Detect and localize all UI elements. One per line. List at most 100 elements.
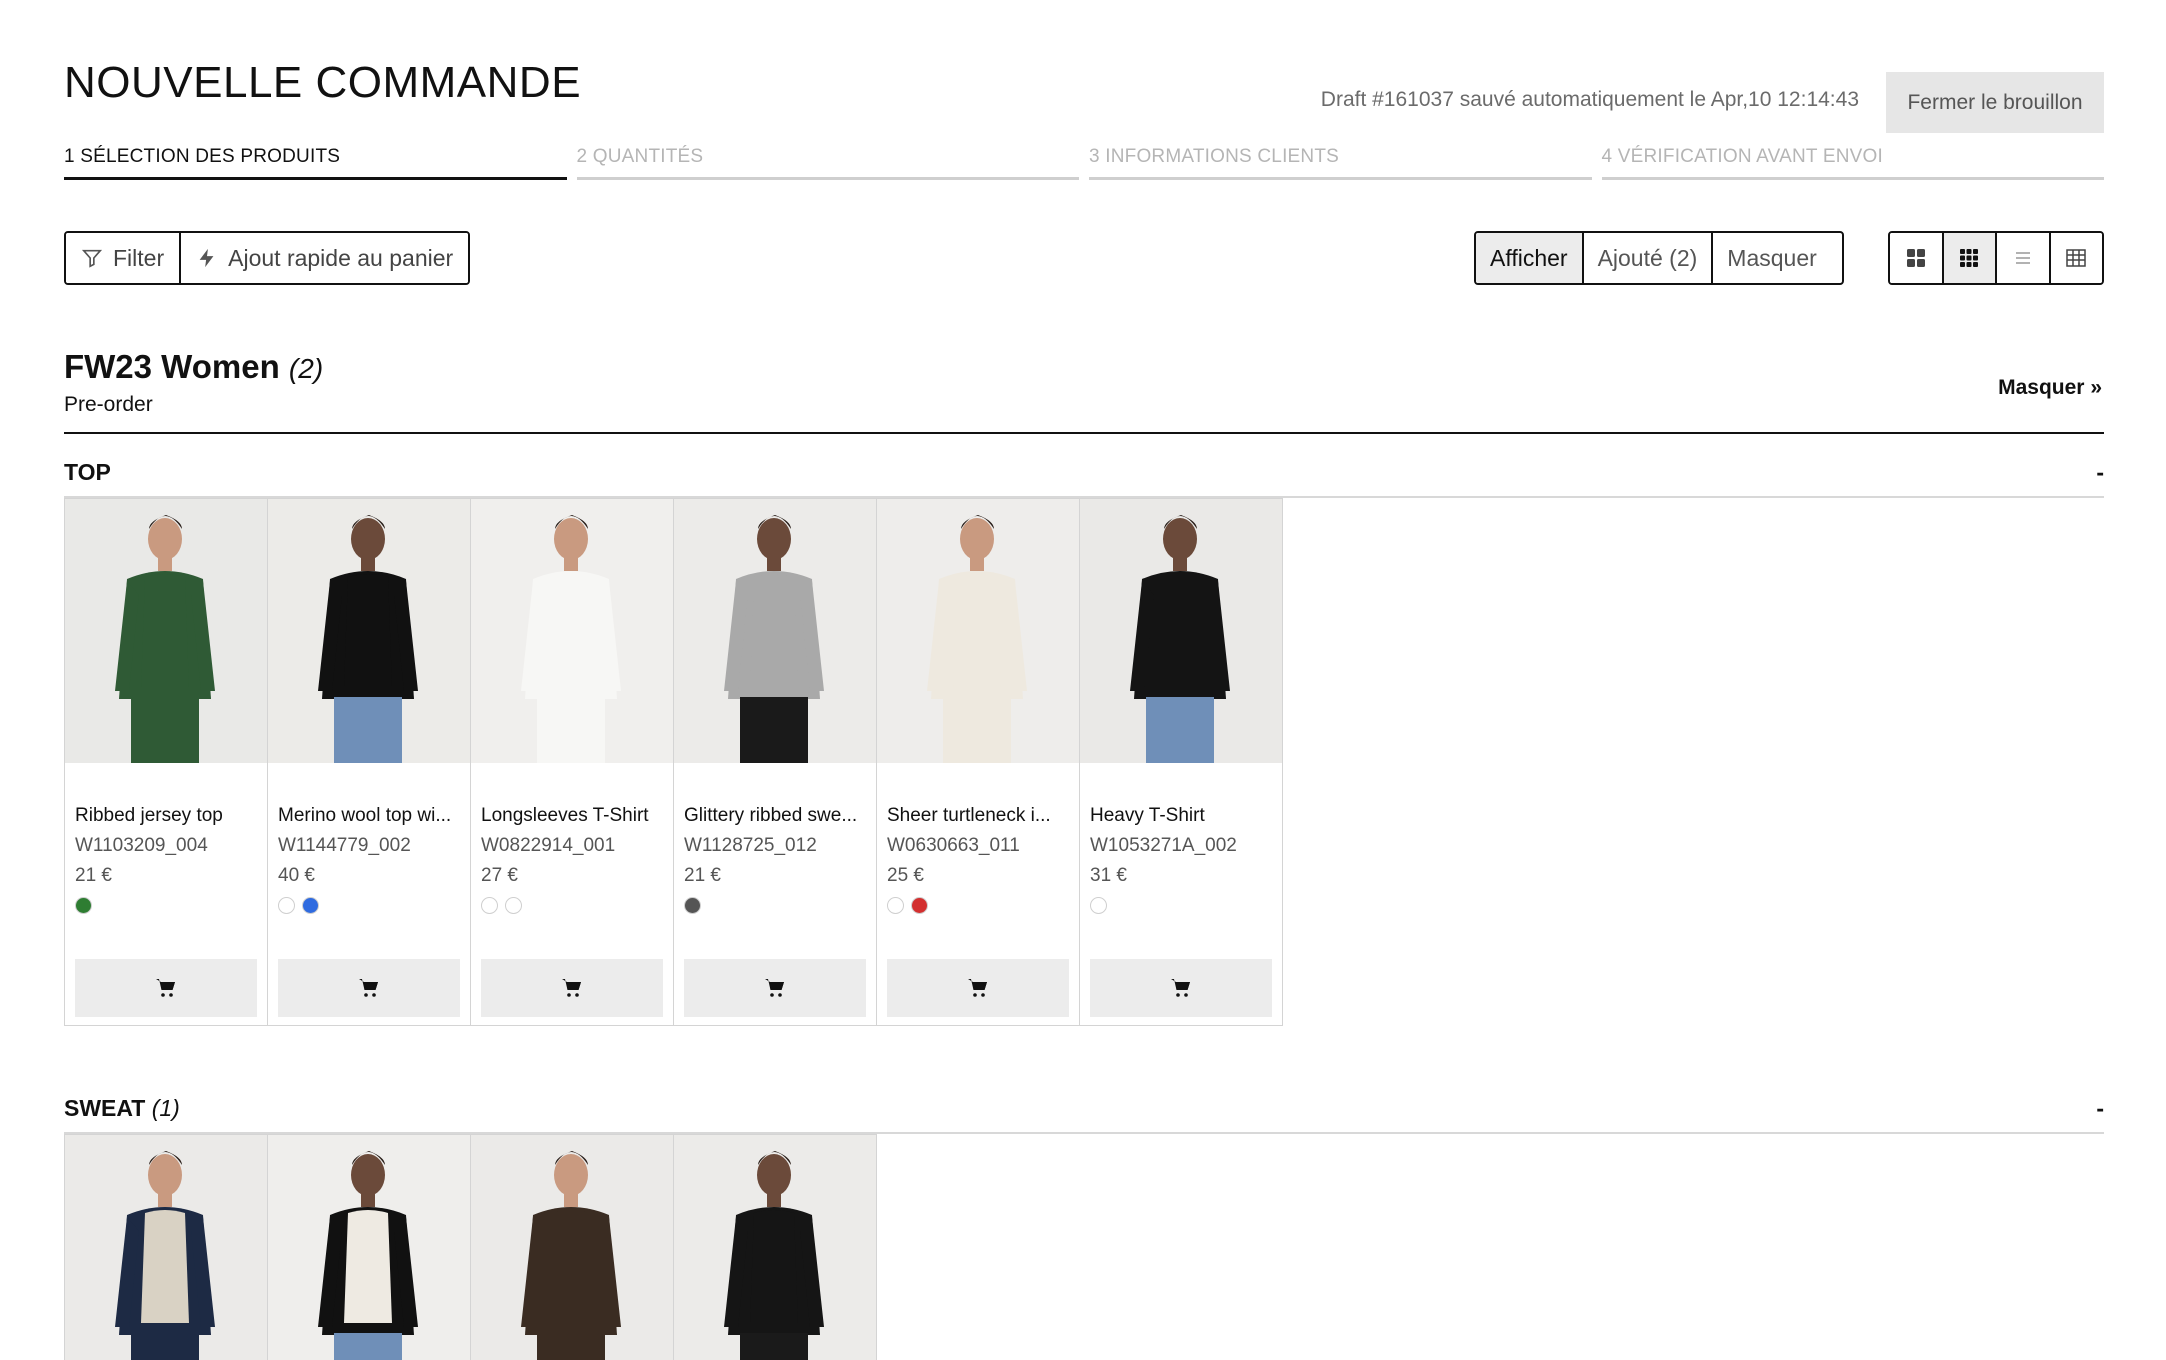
product-card[interactable]: Glittery ribbed swe... W1128725_012 21 €: [673, 498, 877, 1026]
color-swatch[interactable]: [887, 897, 904, 914]
step-quantities[interactable]: 2 QUANTITÉS: [576, 146, 1079, 180]
product-info: Merino wool top wi... W1144779_002 40 €: [268, 763, 470, 1025]
view-large-grid-button[interactable]: [1890, 233, 1942, 283]
product-card[interactable]: Ribbed jersey top W1103209_004 21 €: [64, 498, 268, 1026]
add-to-cart-button[interactable]: [481, 959, 663, 1017]
product-card[interactable]: Merino wool top wi... W1144779_002 40 €: [267, 498, 471, 1026]
product-image: [268, 1135, 470, 1360]
lightning-icon: [199, 248, 214, 268]
add-to-cart-button[interactable]: [684, 959, 866, 1017]
category-collapse[interactable]: -: [2096, 459, 2104, 486]
product-image: [471, 499, 673, 763]
cart-icon: [968, 979, 987, 997]
product-image-frame[interactable]: [268, 499, 470, 763]
product-price: 40 €: [278, 865, 315, 886]
product-card[interactable]: [64, 1134, 268, 1360]
category-header-sweat[interactable]: SWEAT (1) -: [64, 1091, 2104, 1125]
collection-hide-link[interactable]: Masquer »: [1998, 376, 2102, 400]
cart-icon: [765, 979, 784, 997]
collection-name: FW23 Women: [64, 348, 280, 385]
collection-count: (2): [288, 353, 324, 384]
filter-button[interactable]: Filter: [66, 233, 180, 283]
product-sku: W1053271A_002: [1090, 835, 1237, 856]
product-info: Longsleeves T-Shirt W0822914_001 27 €: [471, 763, 673, 1025]
product-image-frame[interactable]: [674, 499, 876, 763]
added-toggle[interactable]: Ajouté (2): [1581, 233, 1712, 283]
product-sku: W0822914_001: [481, 835, 616, 856]
category-name: SWEAT: [64, 1094, 146, 1121]
add-to-cart-button[interactable]: [278, 959, 460, 1017]
add-to-cart-button[interactable]: [75, 959, 257, 1017]
view-switcher: [1888, 231, 2104, 285]
product-name: Ribbed jersey top: [75, 805, 223, 826]
color-swatch[interactable]: [75, 897, 92, 914]
category-title: SWEAT (1): [64, 1095, 180, 1122]
show-toggle[interactable]: Afficher: [1476, 233, 1582, 283]
product-image-frame[interactable]: [65, 499, 267, 763]
product-info: Glittery ribbed swe... W1128725_012 21 €: [674, 763, 876, 1025]
product-image-frame[interactable]: [65, 1135, 267, 1360]
product-name: Glittery ribbed swe...: [684, 805, 858, 826]
product-image-frame[interactable]: [268, 1135, 470, 1360]
add-to-cart-button[interactable]: [887, 959, 1069, 1017]
color-swatch[interactable]: [481, 897, 498, 914]
product-name: Sheer turtleneck i...: [887, 805, 1051, 826]
category-name: TOP: [64, 458, 111, 485]
product-sku: W1144779_002: [278, 835, 411, 856]
product-image-frame[interactable]: [1080, 499, 1282, 763]
product-price: 21 €: [684, 865, 721, 886]
color-swatches: [75, 897, 257, 914]
product-card[interactable]: Longsleeves T-Shirt W0822914_001 27 €: [470, 498, 674, 1026]
product-image: [674, 499, 876, 763]
cart-icon: [156, 979, 175, 997]
product-image-frame[interactable]: [877, 499, 1079, 763]
product-card[interactable]: [470, 1134, 674, 1360]
step-customer-info[interactable]: 3 INFORMATIONS CLIENTS: [1089, 146, 1592, 180]
category-header-top[interactable]: TOP -: [64, 455, 2104, 489]
quick-add-button[interactable]: Ajout rapide au panier: [179, 233, 469, 283]
product-info: Ribbed jersey top W1103209_004 21 €: [65, 763, 267, 1025]
color-swatches: [1090, 897, 1272, 914]
product-image-frame[interactable]: [471, 499, 673, 763]
product-grid-sweat: [64, 1134, 877, 1360]
product-image: [268, 499, 470, 763]
product-image: [674, 1135, 876, 1360]
view-small-grid-button[interactable]: [1941, 233, 1995, 283]
list-icon: [2015, 252, 2030, 264]
category-count: (1): [151, 1094, 180, 1121]
cart-icon: [359, 979, 378, 997]
color-swatch[interactable]: [278, 897, 295, 914]
page-title: NOUVELLE COMMANDE: [64, 58, 582, 107]
product-price: 31 €: [1090, 865, 1127, 886]
product-image: [471, 1135, 673, 1360]
view-list-button[interactable]: [1995, 233, 2049, 283]
product-card[interactable]: [267, 1134, 471, 1360]
filter-icon: [81, 249, 103, 268]
color-swatch[interactable]: [1090, 897, 1107, 914]
product-card[interactable]: Heavy T-Shirt W1053271A_002 31 €: [1079, 498, 1283, 1026]
product-card[interactable]: [673, 1134, 877, 1360]
color-swatch[interactable]: [911, 897, 928, 914]
collection-divider: [64, 432, 2104, 434]
add-to-cart-button[interactable]: [1090, 959, 1272, 1017]
product-price: 27 €: [481, 865, 518, 886]
product-image: [65, 1135, 267, 1360]
product-image-frame[interactable]: [471, 1135, 673, 1360]
collection-title: FW23 Women (2): [64, 348, 323, 386]
quick-add-label: Ajout rapide au panier: [228, 244, 454, 271]
view-table-button[interactable]: [2048, 233, 2102, 283]
product-name: Heavy T-Shirt: [1090, 805, 1205, 826]
color-swatch[interactable]: [302, 897, 319, 914]
product-image: [65, 499, 267, 763]
step-product-selection[interactable]: 1 SÉLECTION DES PRODUITS: [64, 146, 567, 180]
step-review[interactable]: 4 VÉRIFICATION AVANT ENVOI: [1601, 146, 2104, 180]
color-swatch[interactable]: [684, 897, 701, 914]
category-title: TOP: [64, 459, 111, 486]
product-image-frame[interactable]: [674, 1135, 876, 1360]
color-swatch[interactable]: [505, 897, 522, 914]
product-card[interactable]: Sheer turtleneck i... W0630663_011 25 €: [876, 498, 1080, 1026]
hide-toggle[interactable]: Masquer: [1711, 233, 1831, 283]
toolbar-actions: Filter Ajout rapide au panier: [64, 231, 471, 285]
close-draft-button[interactable]: Fermer le brouillon: [1886, 72, 2104, 133]
category-collapse[interactable]: -: [2096, 1095, 2104, 1122]
